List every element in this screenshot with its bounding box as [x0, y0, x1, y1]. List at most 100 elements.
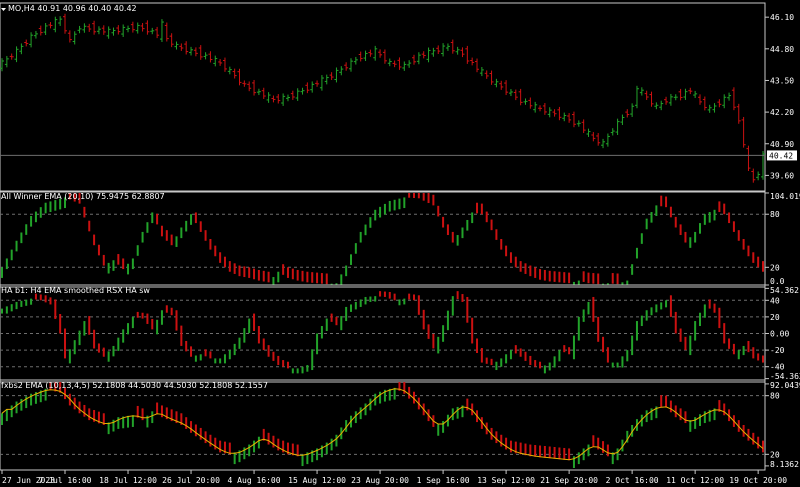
ohlc-bar: [232, 68, 237, 79]
x-tick-label: 15 Aug 12:00: [288, 476, 346, 485]
ohlc-bar: [319, 75, 324, 91]
ohlc-bar: [659, 100, 664, 111]
ohlc-bar: [266, 92, 271, 103]
ohlc-bar: [261, 87, 266, 99]
ohlc-bar: [397, 57, 402, 70]
ohlc-bar: [576, 120, 581, 127]
ohlc-bar: [116, 25, 121, 35]
ohlc-bar: [378, 49, 383, 58]
ohlc-bar: [24, 39, 29, 47]
ohlc-bar: [688, 87, 693, 95]
y-tick-label: 40: [770, 296, 780, 305]
y-tick-label: 20: [770, 263, 780, 272]
y-tick-label: 80: [770, 392, 780, 401]
x-axis: 27 Jun 20237 Jul 16:00 18 Jul 12:00 26 Jul…: [0, 469, 787, 485]
ohlc-bar: [140, 23, 145, 32]
ohlc-bar: [533, 101, 538, 113]
ohlc-bar: [252, 79, 257, 96]
y-tick-label: 20: [770, 450, 780, 459]
trading-chart[interactable]: 46.10 44.80 43.50 42.20 40.90 39.60 40.42 MO,H4…: [0, 0, 800, 487]
y-tick-label: 20: [770, 313, 780, 322]
ohlc-bar: [58, 16, 63, 26]
ohlc-bar: [717, 99, 722, 108]
chart-canvas[interactable]: 46.10 44.80 43.50 42.20 40.90 39.60 40.42 MO,H4…: [0, 0, 800, 487]
ohlc-bar: [450, 39, 455, 54]
ohlc-bar: [19, 43, 24, 55]
ohlc-bar: [508, 89, 513, 97]
ohlc-bar: [615, 118, 620, 135]
ohlc-bar: [48, 22, 53, 29]
ohlc-bar: [198, 45, 203, 60]
ohlc-bar: [460, 47, 465, 58]
ohlc-bar: [668, 93, 673, 106]
ohlc-bar: [470, 57, 475, 66]
ohlc-bar: [305, 82, 310, 94]
ohlc-bar: [746, 145, 751, 172]
ohlc-bar: [300, 87, 305, 95]
ohlc-bar: [29, 32, 34, 48]
ohlc-bar: [222, 57, 227, 72]
ohlc-bar: [329, 72, 334, 80]
ohlc-bar: [387, 58, 392, 67]
ohlc-bar: [475, 58, 480, 73]
ohlc-bar: [324, 74, 329, 85]
x-tick-label: 26 Jul 20:00: [162, 476, 220, 485]
ohlc-bar: [315, 80, 320, 87]
ohlc-bar: [644, 90, 649, 100]
pane-price: 46.10 44.80 43.50 42.20 40.90 39.60 40.42 MO,H4…: [0, 2, 797, 193]
ohlc-bar: [547, 107, 552, 118]
pane-all-winner-ema: 104.019 80 20 0.0 All Winner EMA (20,10) 75.…: [0, 190, 800, 288]
y-tick-label: -20: [770, 346, 785, 355]
ohlc-bar: [101, 25, 106, 35]
ohlc-bar: [53, 16, 58, 33]
x-tick-label: 23 Aug 20:00: [351, 476, 409, 485]
series-bars: [0, 13, 765, 183]
ohlc-bar: [436, 45, 441, 55]
ohlc-bar: [649, 91, 654, 107]
ohlc-bar: [92, 20, 97, 35]
ohlc-bar: [339, 66, 344, 76]
ohlc-bar: [620, 114, 625, 126]
ohlc-bar: [625, 109, 630, 118]
ohlc-bar: [673, 94, 678, 101]
ohlc-bar: [247, 81, 252, 92]
ohlc-bar: [208, 51, 213, 63]
y-tick-label: 54.362: [770, 286, 799, 295]
ohlc-bar: [736, 103, 741, 124]
ohlc-bar: [664, 96, 669, 105]
pane-title: HA b1: H4 EMA smoothed RSX HA sw: [1, 286, 150, 295]
ohlc-bar: [363, 50, 368, 61]
ohlc-bar: [96, 26, 101, 35]
y-tick-label: 46.10: [770, 13, 794, 22]
y-tick-label: 44.80: [770, 45, 794, 54]
pane-title: All Winner EMA (20,10) 75.9475 62.8807: [1, 192, 165, 201]
ohlc-bar: [441, 43, 446, 57]
ohlc-bar: [111, 27, 116, 36]
y-axis-labels: 54.36240 20 0.00 -20 -40-54.362: [765, 286, 800, 381]
ohlc-bar: [494, 78, 499, 88]
y-tick-label: 40.90: [770, 140, 794, 149]
ohlc-bar: [344, 62, 349, 71]
ohlc-bar: [722, 94, 727, 109]
y-axis-labels: 92.0439 80 208.1362: [765, 381, 800, 469]
ohlc-bar: [169, 33, 174, 48]
ohlc-bar: [276, 94, 281, 104]
ohlc-bar: [348, 58, 353, 72]
y-tick-label: 80: [770, 210, 780, 219]
ohlc-bar: [504, 80, 509, 96]
ohlc-bar: [639, 87, 644, 96]
pane-rsx-ha: 54.36240 20 0.00 -20 -40-54.362 HA b1: H4 EMA…: [0, 284, 800, 383]
ohlc-bar: [484, 70, 489, 79]
pane-title: fxbs2 EMA (10,13,4,5) 52.1808 44.5030 44…: [1, 381, 268, 390]
ohlc-bar: [731, 87, 736, 111]
ohlc-bar: [290, 90, 295, 100]
ohlc-bar: [683, 88, 688, 100]
ohlc-bar: [382, 49, 387, 64]
ohlc-bar: [634, 85, 639, 109]
ohlc-bar: [237, 68, 242, 86]
ohlc-bar: [702, 96, 707, 111]
y-tick-label: 39.60: [770, 171, 794, 180]
pane-frame: [0, 2, 766, 193]
ohlc-bar: [164, 22, 169, 42]
ohlc-bar: [605, 133, 610, 147]
